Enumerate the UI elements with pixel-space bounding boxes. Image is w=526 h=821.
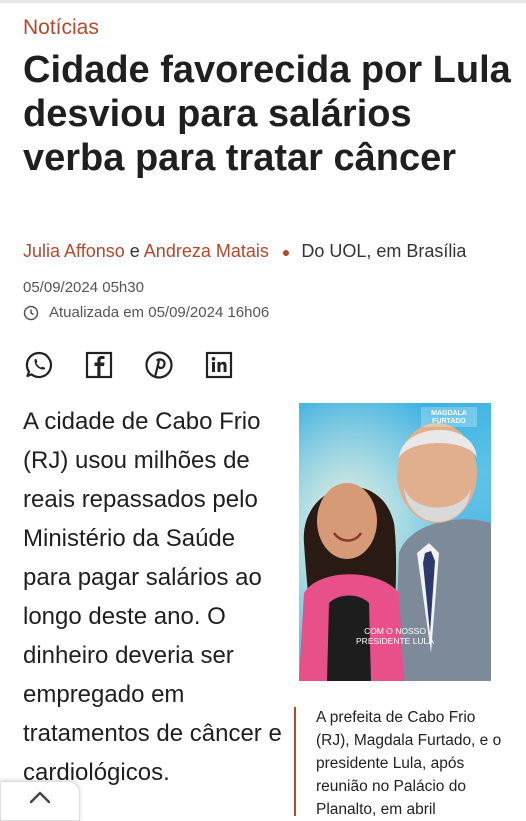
article-body: A cidade de Cabo Frio (RJ) usou milhões …: [23, 408, 282, 786]
photo-overlay-line1: COM O NOSSO: [364, 626, 426, 636]
pinterest-share-button[interactable]: [144, 350, 174, 380]
page-title: Cidade favorecida por Lula desviou para …: [23, 49, 511, 179]
byline: Julia Affonso e Andreza Matais ● Do UOL,…: [23, 241, 466, 262]
article-photo[interactable]: MAGDALA FURTADO COM O NOSSO PRESIDENTE L…: [299, 403, 491, 681]
linkedin-icon: [205, 351, 233, 379]
publish-date: 05/09/2024 05h30: [23, 279, 144, 296]
chevron-up-icon: [29, 791, 51, 804]
share-bar: [24, 350, 234, 380]
section-label[interactable]: Notícias: [23, 16, 99, 40]
bullet-icon: ●: [281, 244, 291, 260]
facebook-icon: [85, 351, 113, 379]
author-link-1[interactable]: Julia Affonso: [23, 241, 125, 261]
top-divider: [0, 0, 526, 3]
byline-source: Do UOL, em Brasília: [301, 241, 467, 261]
whatsapp-share-button[interactable]: [24, 350, 54, 380]
whatsapp-icon: [25, 351, 53, 379]
clock-icon: [23, 305, 39, 320]
linkedin-share-button[interactable]: [204, 350, 234, 380]
photo-illustration: MAGDALA FURTADO COM O NOSSO PRESIDENTE L…: [299, 403, 491, 681]
photo-logo-line1: MAGDALA: [431, 410, 467, 417]
author-link-2[interactable]: Andreza Matais: [144, 241, 269, 261]
facebook-share-button[interactable]: [84, 350, 114, 380]
collapse-button[interactable]: [0, 781, 80, 821]
updated-date: Atualizada em 05/09/2024 16h06: [23, 304, 269, 321]
pinterest-icon: [145, 351, 173, 379]
updated-text: Atualizada em 05/09/2024 16h06: [49, 304, 270, 321]
photo-overlay-line2: PRESIDENTE LULA: [356, 636, 434, 646]
photo-caption: A prefeita de Cabo Frio (RJ), Magdala Fu…: [316, 709, 502, 818]
caption-accent-bar: [294, 707, 296, 816]
photo-logo-line2: FURTADO: [432, 418, 466, 425]
byline-connector: e: [129, 241, 140, 261]
